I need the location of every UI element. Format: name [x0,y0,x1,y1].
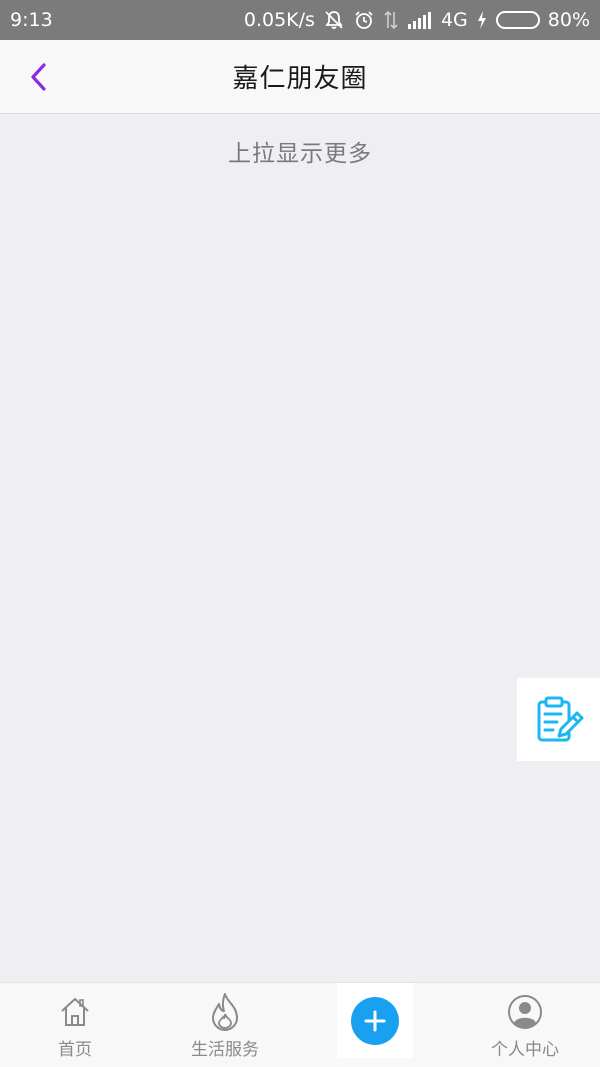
feed-area[interactable]: 上拉显示更多 [0,114,600,982]
tab-life-services[interactable]: 生活服务 [150,983,300,1067]
charging-icon [476,10,488,30]
network-type: 4G [440,9,468,31]
status-time: 9:13 [10,9,53,31]
alarm-icon [353,9,375,31]
tab-label: 首页 [58,1039,92,1060]
add-button[interactable] [351,996,399,1045]
bottom-tab-bar: 首页 生活服务 个人中心 [0,982,600,1067]
flame-icon [212,992,238,1031]
tab-label: 生活服务 [191,1039,259,1060]
tab-label: 个人中心 [491,1039,559,1060]
chevron-left-icon [31,63,46,91]
mute-icon [323,9,345,31]
plus-icon [364,1010,386,1031]
user-icon [508,994,542,1029]
edit-note-icon [537,696,583,741]
load-more-hint: 上拉显示更多 [228,141,372,167]
data-transfer-icon [383,9,399,31]
signal-icon [407,10,433,30]
page-title: 嘉仁朋友圈 [232,64,368,94]
battery-percent: 80% [547,9,590,31]
status-bar: 9:13 0.05K/s 4G 80% [0,0,600,40]
back-button[interactable] [20,58,58,96]
tab-add-post[interactable] [337,983,413,1058]
nav-header: 嘉仁朋友圈 [0,40,600,114]
tab-profile[interactable]: 个人中心 [450,983,600,1067]
home-icon [61,997,89,1026]
edit-post-button[interactable] [517,678,600,761]
battery-icon [495,11,540,29]
tab-home[interactable]: 首页 [0,983,150,1067]
net-speed: 0.05K/s [243,9,315,31]
